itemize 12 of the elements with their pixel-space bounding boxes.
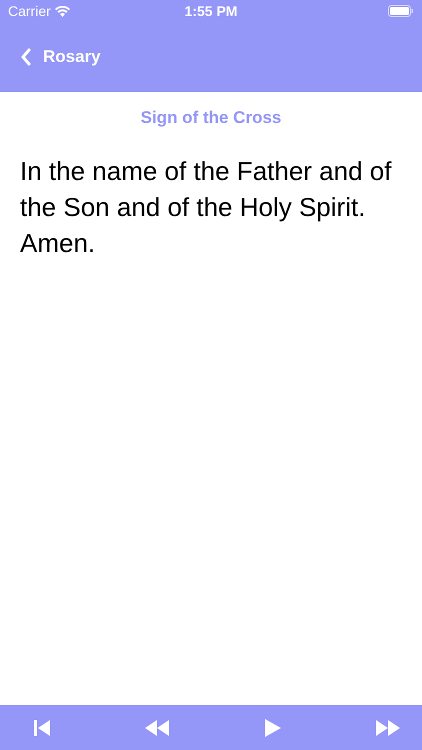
fast-forward-icon xyxy=(374,718,401,736)
wifi-icon xyxy=(54,6,70,16)
rewind-icon xyxy=(144,718,170,736)
skip-back-icon xyxy=(33,718,51,736)
prayer-title: Sign of the Cross xyxy=(140,107,282,129)
battery-icon xyxy=(388,5,414,17)
status-time: 1:55 PM xyxy=(184,2,238,20)
chevron-left-icon xyxy=(20,48,31,66)
carrier-label: Carrier xyxy=(8,2,51,20)
back-button[interactable]: Rosary xyxy=(20,44,101,70)
prayer-text: In the name of the Father and of the Son and of the Holy Spirit. Amen. xyxy=(20,154,392,260)
play-icon xyxy=(264,718,282,738)
